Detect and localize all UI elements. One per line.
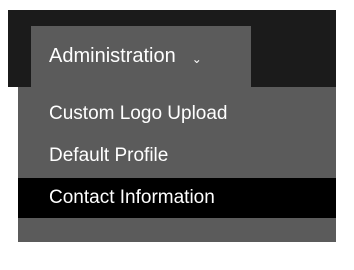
administration-dropdown-menu: Custom Logo Upload Default Profile Conta… — [18, 87, 336, 242]
menu-item-label: Custom Logo Upload — [49, 103, 228, 124]
top-navigation-bar: Administration ⌄ — [8, 10, 336, 87]
page-background — [8, 87, 18, 242]
menu-item-label: Contact Information — [49, 187, 215, 208]
menu-item-default-profile[interactable]: Default Profile — [18, 137, 336, 175]
administration-menu-tab[interactable]: Administration ⌄ — [31, 26, 251, 87]
menu-item-label: Default Profile — [49, 145, 169, 166]
chevron-down-icon: ⌄ — [191, 51, 202, 66]
menu-item-contact-information[interactable]: Contact Information — [18, 178, 336, 218]
menu-item-custom-logo-upload[interactable]: Custom Logo Upload — [18, 95, 336, 133]
administration-label: Administration — [49, 45, 176, 67]
screen: Administration ⌄ Custom Logo Upload Defa… — [8, 10, 336, 242]
